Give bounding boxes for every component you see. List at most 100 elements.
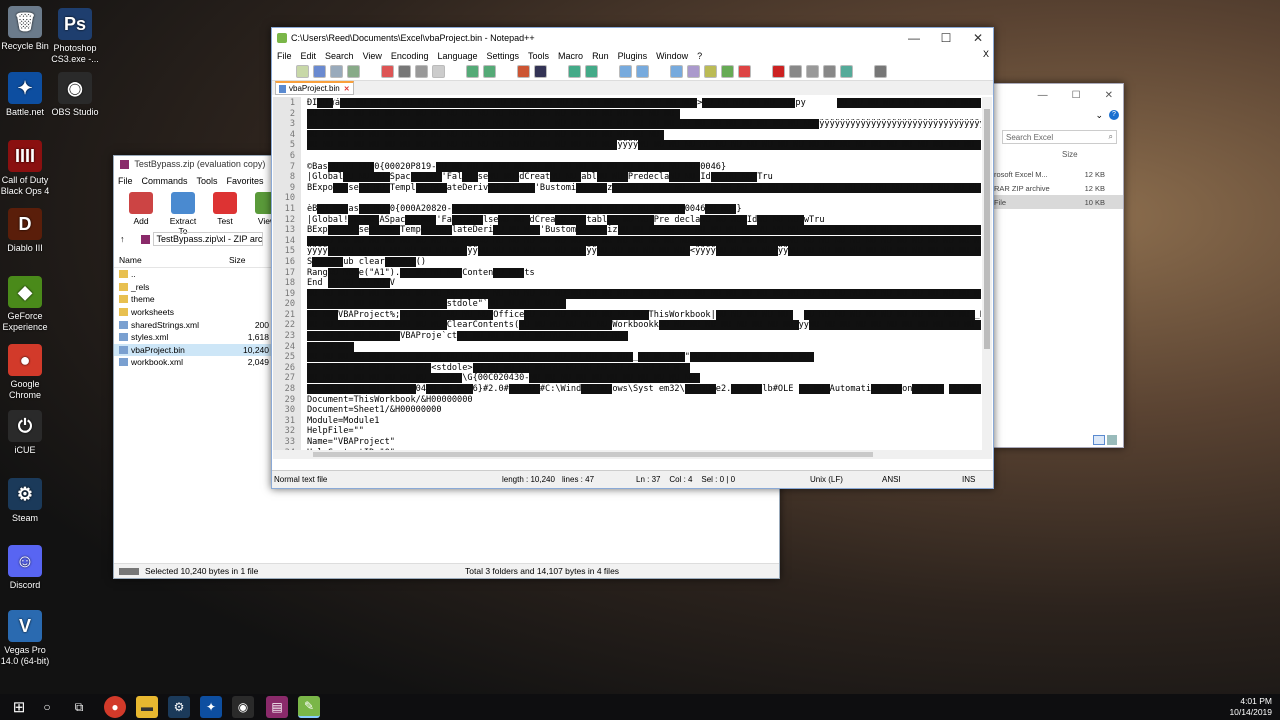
code-line[interactable]: NU NU NU NU NU NU NU NU NU stdole"`NU NU… [307, 299, 981, 310]
close-icon[interactable]: ✕ [963, 31, 993, 45]
code-line[interactable]: Document=ThisWorkbook/&H00000000 [307, 395, 981, 406]
toolbar-button[interactable] [704, 65, 717, 78]
toolbar-button[interactable] [296, 65, 309, 78]
desktop-icon[interactable]: ◉ OBS Studio [50, 72, 100, 118]
npp-menu-item[interactable]: Edit [301, 51, 317, 61]
npp-text[interactable]: ÐÏNU ࡱáNU NU NU NU NU NU NU NU NU NU NU … [307, 98, 981, 458]
toolbar-button[interactable] [772, 65, 785, 78]
code-line[interactable]: NU NU NU NU NU NU NU NU NU NU NU NU NU N… [307, 235, 981, 247]
npp-menu-item[interactable]: Settings [487, 51, 520, 61]
toolbar-button[interactable] [602, 65, 615, 78]
expand-ribbon-icon[interactable]: ⌄ [1095, 110, 1103, 121]
clock[interactable]: 4:01 PM 10/14/2019 [1229, 696, 1272, 718]
minimize-icon[interactable]: — [1038, 90, 1048, 101]
list-item[interactable]: RAR ZIP archive 12 KB [994, 181, 1123, 195]
search-input[interactable]: Search Excel [1006, 133, 1053, 142]
toolbar-button[interactable] [364, 65, 377, 78]
code-line[interactable]: ÿÿÿÿNU NU NU NU NU NU NU NU NU ÿÿNU NU N… [307, 246, 981, 257]
npp-menu-item[interactable]: Tools [528, 51, 549, 61]
toolbar-button[interactable] [687, 65, 700, 78]
npp-titlebar[interactable]: C:\Users\Reed\Documents\Excel\vbaProject… [272, 28, 993, 48]
code-line[interactable]: NU NU NU NU NU NU NU NU NU NU NU NU NU N… [307, 288, 981, 300]
maximize-icon[interactable]: ☐ [1072, 90, 1081, 101]
code-line[interactable]: NU NU NU NU NU NU NU NU NU NU NU NU NU N… [307, 108, 981, 120]
code-line[interactable]: Document=Sheet1/&H00000000 [307, 405, 981, 416]
code-line[interactable]: NU NU NU NU NU NU NU 04NU NU NU 6}#2.0#N… [307, 384, 981, 395]
winrar-menu-item[interactable]: Commands [142, 176, 188, 188]
table-row[interactable]: worksheets [114, 306, 274, 319]
toolbar-button[interactable] [789, 65, 802, 78]
table-row[interactable]: sharedStrings.xml 200 [114, 318, 274, 331]
explorer-titlebar[interactable]: — ☐ ✕ [994, 84, 1123, 106]
winrar-taskbar-icon[interactable]: ▤ [266, 696, 288, 718]
npp-menu-item[interactable]: Window [656, 51, 688, 61]
battlenet-taskbar-icon[interactable]: ✦ [200, 696, 222, 718]
toolbar-button[interactable] [415, 65, 428, 78]
toolbar-button[interactable] [619, 65, 632, 78]
toolbar-button[interactable] [755, 65, 768, 78]
table-row[interactable]: .. [114, 268, 274, 281]
scroll-thumb[interactable] [984, 109, 990, 349]
toolbar-button[interactable] [840, 65, 853, 78]
help-icon[interactable]: ? [1109, 110, 1119, 120]
desktop-icon[interactable]: ⏻ iCUE [0, 410, 50, 456]
winrar-tool-button[interactable]: Extract To [166, 192, 200, 236]
details-view-icon[interactable] [1093, 435, 1105, 445]
desktop-icon[interactable]: ⚙ Steam [0, 478, 50, 524]
toolbar-button[interactable] [313, 65, 326, 78]
toolbar-button[interactable] [568, 65, 581, 78]
winrar-path[interactable]: TestBypass.zip\xl - ZIP archive [152, 232, 263, 246]
explorer-size-header[interactable]: Size [1062, 150, 1123, 159]
vertical-scrollbar[interactable] [982, 97, 992, 459]
code-line[interactable]: RangNU NU e("A1").NU NU NU NU ContenNU N… [307, 267, 981, 279]
npp-menu-item[interactable]: View [363, 51, 382, 61]
tab-close-icon[interactable]: ✕ [344, 85, 350, 93]
toolbar-button[interactable] [585, 65, 598, 78]
code-line[interactable]: NU NU NU NU NU NU NU NU NU NU NU NU NU N… [307, 352, 981, 363]
toolbar-button[interactable] [653, 65, 666, 78]
table-row[interactable]: _rels [114, 281, 274, 294]
desktop-icon[interactable]: IIII Call of Duty Black Ops 4 [0, 140, 50, 197]
code-line[interactable]: NU NU NU NU NU NU NU NU NU NU \G{00C0204… [307, 373, 981, 384]
code-line[interactable]: NU NU NU NU NU NU VBAProje`ctNU NU NU NU… [307, 331, 981, 342]
h-scroll-thumb[interactable] [313, 452, 873, 457]
desktop-icon[interactable]: ◆ GeForce Experience [0, 276, 50, 333]
code-line[interactable]: NU NU VBAProject%;NU NU NU NU NU NU Offi… [307, 309, 981, 321]
winrar-tool-button[interactable]: Test [208, 192, 242, 228]
toolbar-button[interactable] [449, 65, 462, 78]
explorer-taskbar-icon[interactable]: ▬ [136, 696, 158, 718]
desktop-icon[interactable]: V Vegas Pro 14.0 (64-bit) [0, 610, 50, 667]
toolbar-button[interactable] [432, 65, 445, 78]
start-button[interactable]: ⊞ [8, 696, 30, 718]
tiles-view-icon[interactable] [1107, 435, 1117, 445]
code-line[interactable]: Name="VBAProject" [307, 437, 981, 448]
code-line[interactable]: NU NU NU [307, 341, 981, 353]
obs-taskbar-icon[interactable]: ◉ [232, 696, 254, 718]
up-arrow-icon[interactable]: ↑ [120, 234, 125, 244]
code-line[interactable]: BExpoNU seNU NU TemplNU NU ateDerivNU NU… [307, 182, 981, 194]
npp-tab[interactable]: vbaProject.bin ✕ [275, 81, 354, 95]
npp-menu-item[interactable]: Search [325, 51, 354, 61]
winrar-menu-item[interactable]: Tools [197, 176, 218, 188]
winrar-menu-item[interactable]: File [118, 176, 133, 188]
chrome-taskbar-icon[interactable]: ● [104, 696, 126, 718]
winrar-tool-button[interactable]: Add [124, 192, 158, 228]
close-icon[interactable]: ✕ [1105, 90, 1113, 101]
code-line[interactable]: Module=Module1 [307, 416, 981, 427]
toolbar-button[interactable] [670, 65, 683, 78]
col-size[interactable]: Size [229, 255, 246, 265]
table-row[interactable]: workbook.xml 2,049 [114, 356, 274, 369]
toolbar-button[interactable] [466, 65, 479, 78]
desktop-icon[interactable]: ✦ Battle.net [0, 72, 50, 118]
search-button[interactable]: ○ [36, 696, 58, 718]
maximize-icon[interactable]: ☐ [931, 31, 961, 45]
npp-menu-item[interactable]: Macro [558, 51, 583, 61]
npp-menu-item[interactable]: File [277, 51, 292, 61]
code-line[interactable]: NU NU NU NU NU NU NU NU NU NU NU NU NU N… [307, 129, 981, 141]
toolbar-button[interactable] [483, 65, 496, 78]
code-line[interactable]: NU NU NU NU NU NU NU NU NU NU NU NU NU N… [307, 140, 981, 151]
npp-doc-close[interactable]: X [983, 49, 989, 59]
toolbar-button[interactable] [551, 65, 564, 78]
explorer-search[interactable]: Search Excel ⌕ [1002, 130, 1117, 144]
code-line[interactable]: NU NU NU NU NU NU NU NU <stdole>NU NU NU… [307, 362, 981, 374]
